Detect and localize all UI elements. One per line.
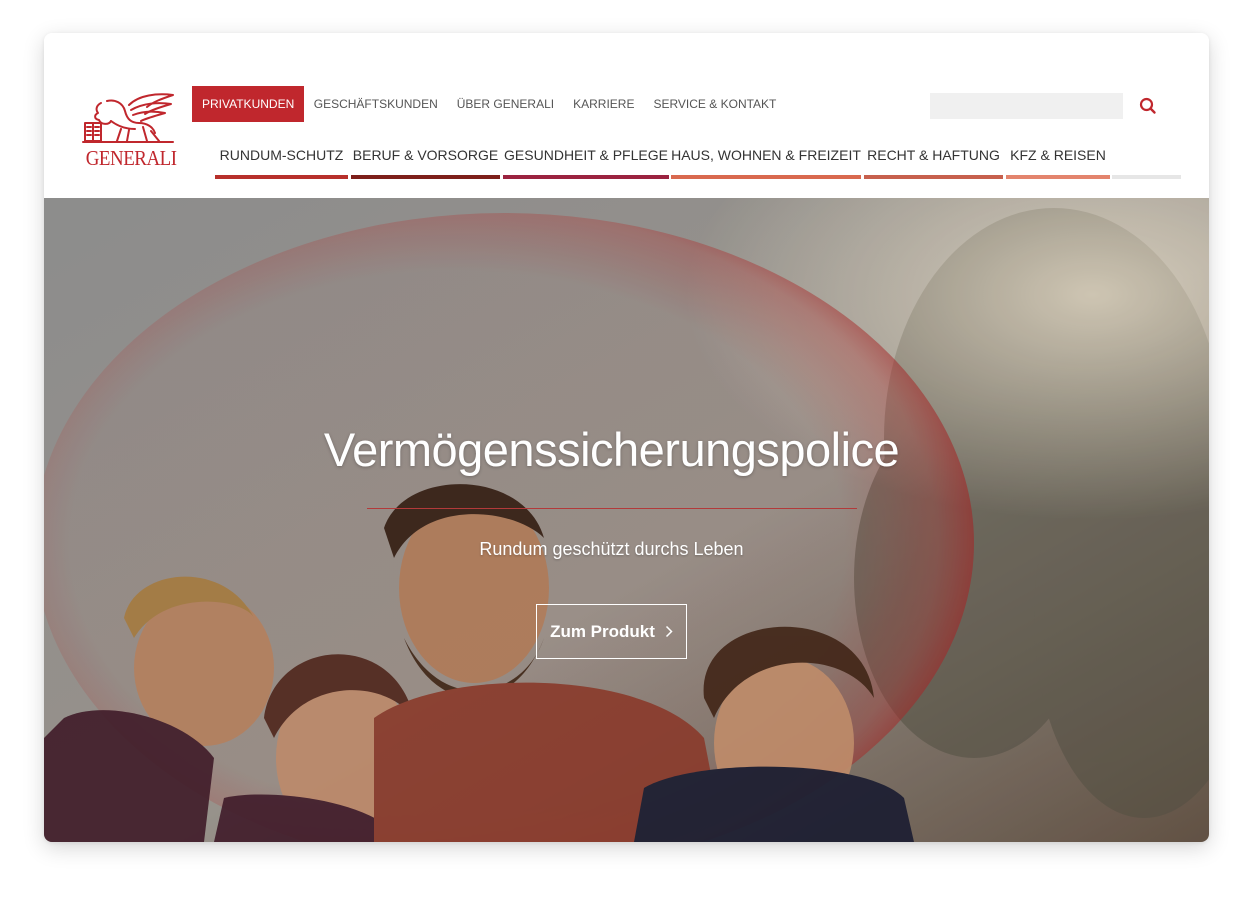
winged-lion-icon [82, 93, 174, 143]
search-icon [1139, 97, 1156, 114]
category-label: BERUF & VORSORGE [352, 147, 499, 163]
top-nav-karriere[interactable]: KARRIERE [564, 86, 644, 122]
category-color-bar [351, 175, 500, 179]
search-button[interactable] [1136, 94, 1160, 118]
hero-subtitle: Rundum geschützt durchs Leben [479, 539, 744, 559]
category-navigation: RUNDUM-SCHUTZ BERUF & VORSORGE GESUNDHEI… [215, 137, 1181, 179]
category-recht-haftung[interactable]: RECHT & HAFTUNG [864, 137, 1003, 179]
chevron-right-icon [665, 625, 673, 638]
category-haus-wohnen-freizeit[interactable]: HAUS, WOHNEN & FREIZEIT [671, 137, 861, 179]
top-nav-ueber-generali[interactable]: ÜBER GENERALI [447, 86, 563, 122]
top-nav-service-kontakt[interactable]: SERVICE & KONTAKT [644, 86, 786, 122]
generali-logo[interactable]: GENERALI [81, 93, 177, 170]
hero-family-image [44, 198, 1209, 842]
category-beruf-vorsorge[interactable]: BERUF & VORSORGE [351, 137, 500, 179]
category-color-bar [1006, 175, 1110, 179]
category-color-bar [215, 175, 348, 179]
top-navigation: PRIVATKUNDEN GESCHÄFTSKUNDEN ÜBER GENERA… [192, 86, 786, 122]
category-bar-filler [1112, 175, 1181, 179]
category-rundum-schutz[interactable]: RUNDUM-SCHUTZ [215, 137, 348, 179]
category-label: RECHT & HAFTUNG [867, 147, 1000, 163]
category-kfz-reisen[interactable]: KFZ & REISEN [1006, 137, 1110, 179]
category-label: GESUNDHEIT & PFLEGE [504, 147, 668, 163]
hero-banner: Vermögenssicherungspolice Rundum geschüt… [44, 198, 1209, 842]
site-header: GENERALI PRIVATKUNDEN GESCHÄFTSKUNDEN ÜB… [44, 33, 1209, 198]
top-nav-geschaeftskunden[interactable]: GESCHÄFTSKUNDEN [304, 86, 447, 122]
button-label: Zum Produkt [550, 621, 655, 641]
category-label: HAUS, WOHNEN & FREIZEIT [671, 147, 861, 163]
category-color-bar [503, 175, 669, 179]
search-input[interactable] [930, 93, 1123, 119]
zum-produkt-button[interactable]: Zum Produkt [536, 604, 687, 659]
category-gesundheit-pflege[interactable]: GESUNDHEIT & PFLEGE [503, 137, 669, 179]
category-label: RUNDUM-SCHUTZ [219, 147, 344, 163]
top-nav-privatkunden[interactable]: PRIVATKUNDEN [192, 86, 305, 122]
category-color-bar [671, 175, 861, 179]
category-label: KFZ & REISEN [1010, 147, 1106, 163]
browser-window: GENERALI PRIVATKUNDEN GESCHÄFTSKUNDEN ÜB… [44, 33, 1209, 842]
category-color-bar [864, 175, 1003, 179]
hero-title: Vermögenssicherungspolice [323, 423, 900, 476]
hero-divider [367, 508, 857, 509]
brand-name: GENERALI [85, 146, 177, 170]
